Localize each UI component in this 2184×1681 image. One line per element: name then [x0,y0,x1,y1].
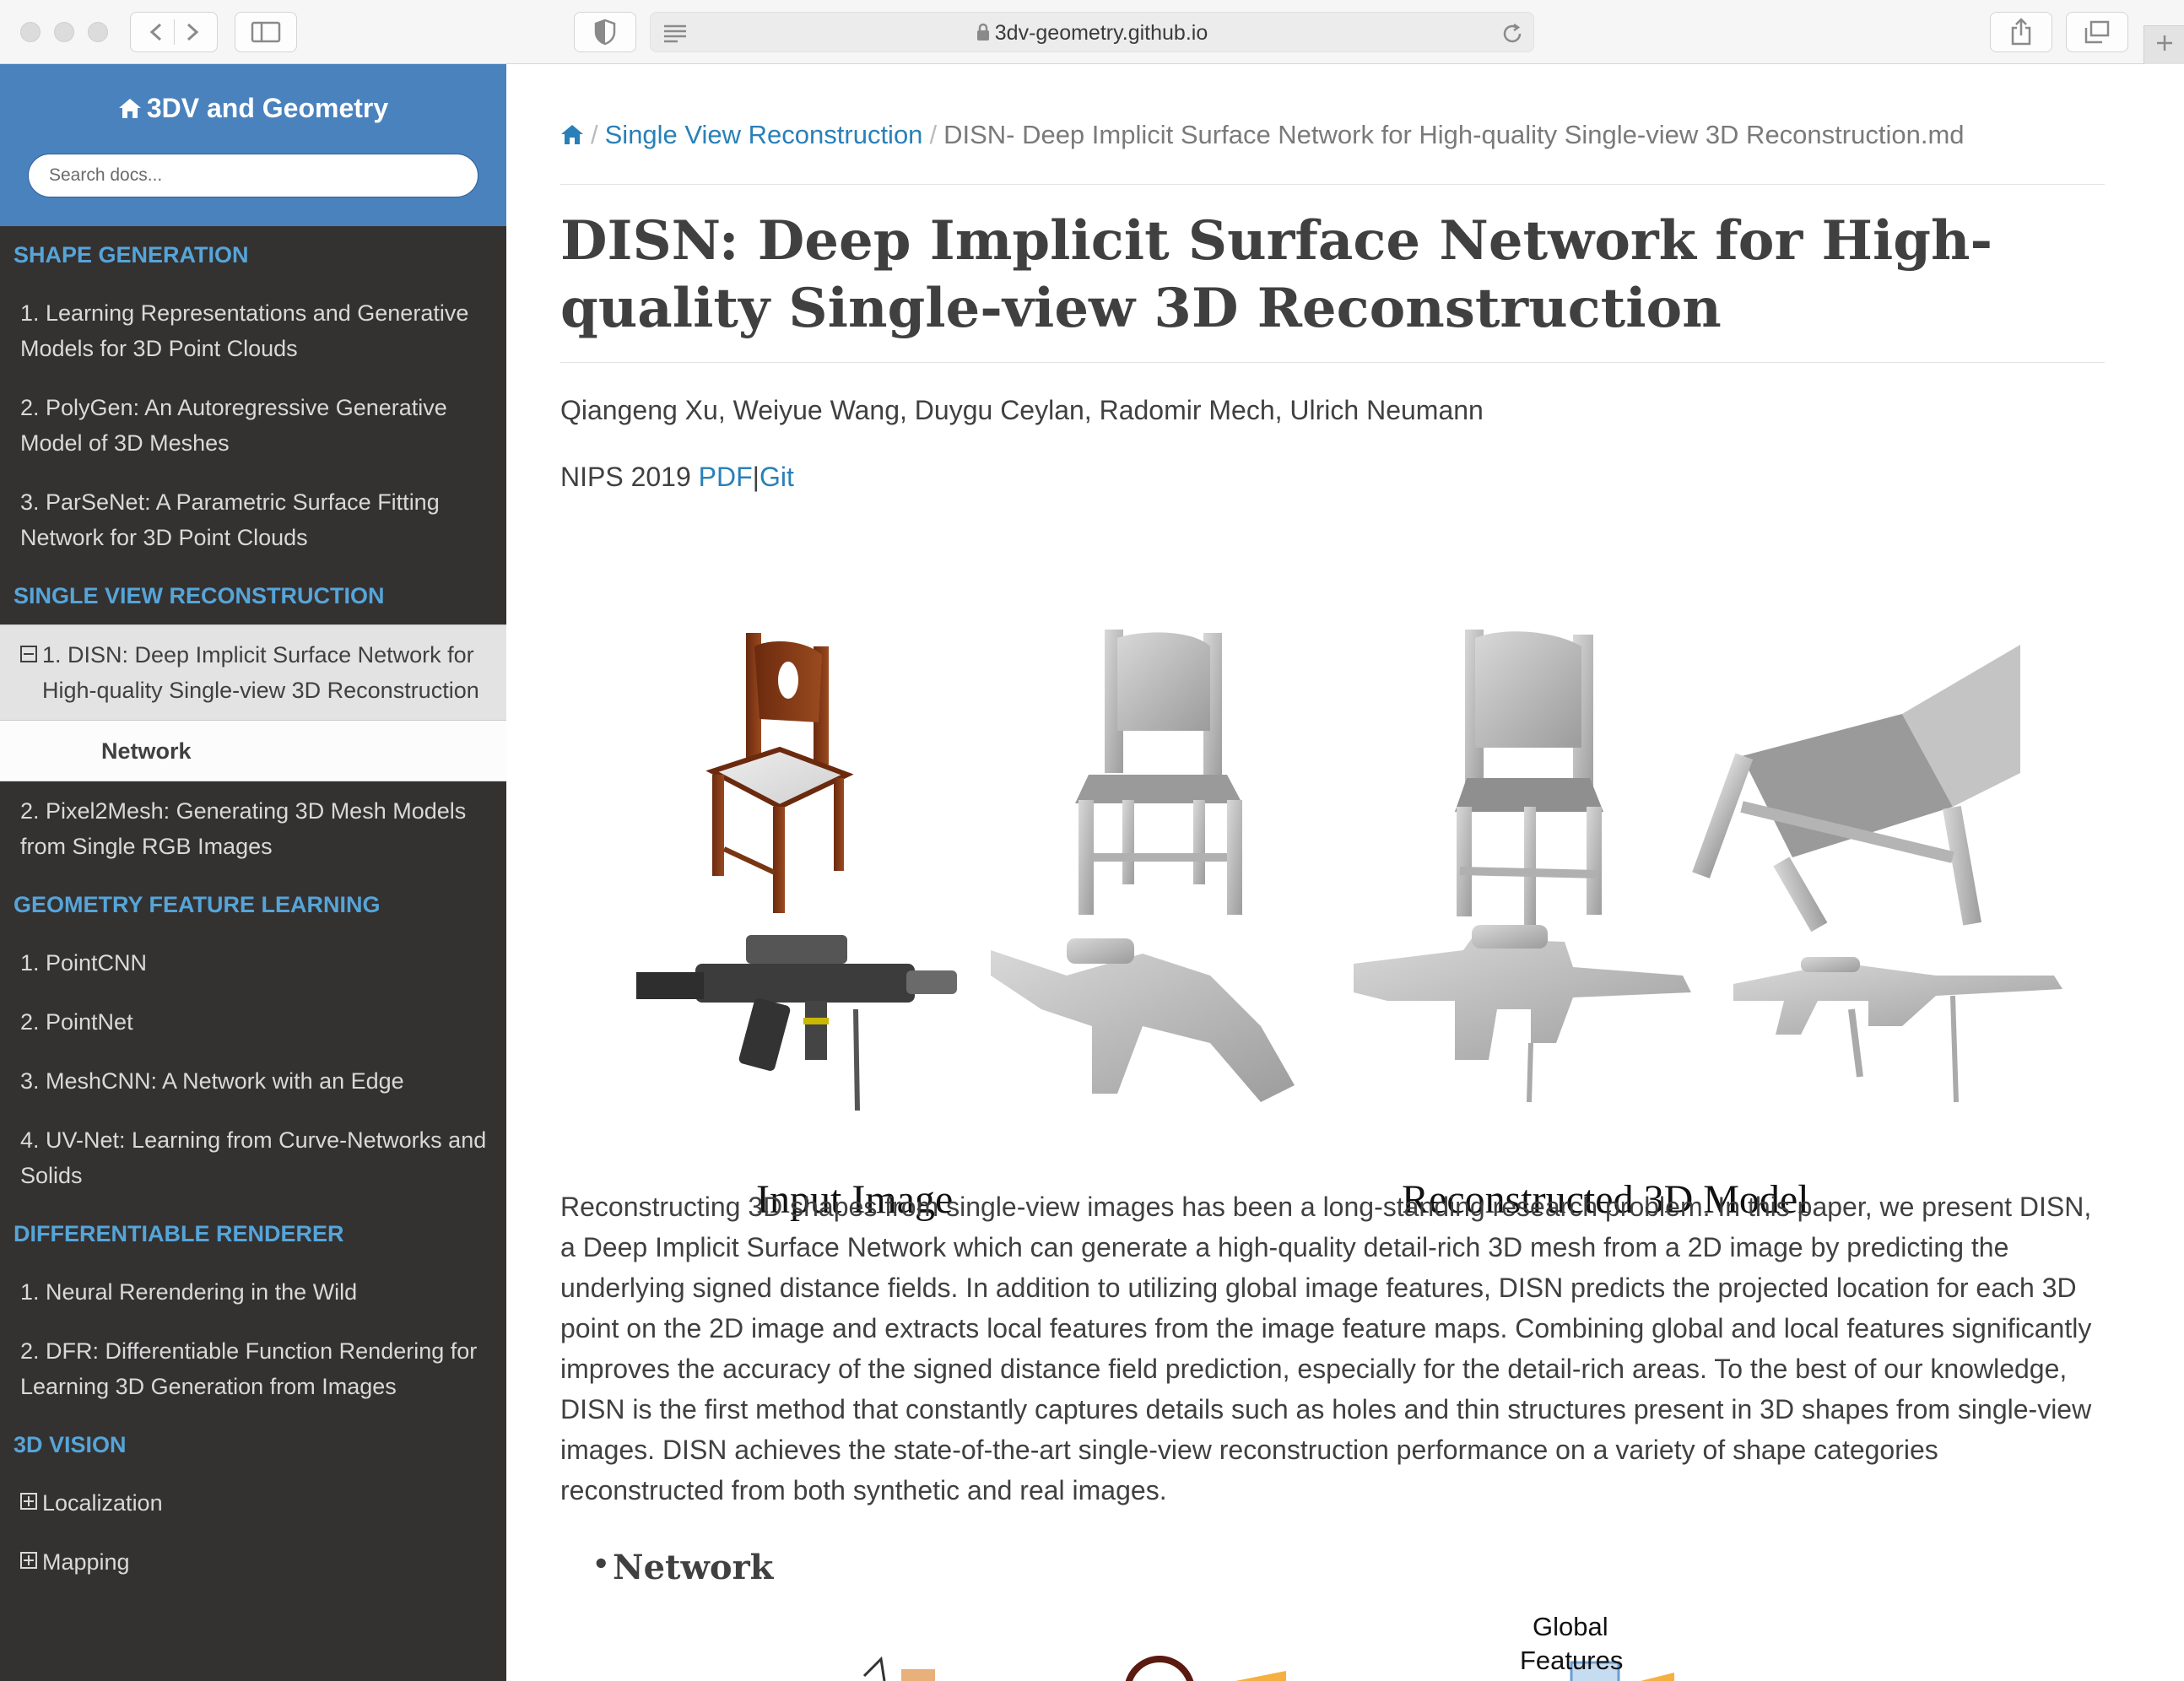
nav-item-mapping[interactable]: Mapping [0,1532,506,1592]
nav-caption: SINGLE VIEW RECONSTRUCTION [14,583,385,608]
home-icon[interactable] [560,122,584,152]
nav-item-localization[interactable]: Localization [0,1473,506,1532]
nav-caption: SHAPE GENERATION [14,242,249,268]
nav-subitem-network[interactable]: Network [0,721,506,781]
breadcrumb-current-page: DISN- Deep Implicit Surface Network for … [943,120,1965,149]
close-window-button[interactable] [20,22,41,42]
nav-item-label: 1. DISN: Deep Implicit Surface Network f… [42,642,479,703]
collapse-icon[interactable] [20,646,37,662]
network-diagram: Global Features [814,1613,1826,1681]
url-text: 3dv-geometry.github.io [994,21,1208,45]
breadcrumb-separator: / [929,120,938,149]
divider [560,362,2105,363]
diagram-label-features: Features [1520,1646,1624,1675]
privacy-report-button[interactable] [574,12,636,52]
nav-item-label: Localization [42,1490,163,1516]
git-link[interactable]: Git [760,462,794,492]
section-heading-text: Network [613,1548,774,1587]
abstract-paragraph: Reconstructing 3D shapes from single-vie… [560,1192,2092,1505]
reconstructed-chair-back [1455,630,1603,925]
site-title-link[interactable]: 3DV and Geometry [0,93,506,126]
link-separator: | [752,462,760,492]
zoom-window-button[interactable] [88,22,108,42]
teaser-figure: Input Image Reconstructed 3D Model [619,554,2071,1237]
nav-item[interactable]: 2. PolyGen: An Autoregressive Generative… [0,378,506,473]
nav-item[interactable]: 1. Neural Rerendering in the Wild [0,1262,506,1322]
nav-caption: DIFFERENTIABLE RENDERER [14,1221,344,1246]
expand-icon[interactable] [20,1552,37,1569]
tabs-icon [2084,19,2111,45]
input-chair [705,633,854,913]
pdf-link[interactable]: PDF [699,462,753,492]
reconstructed-rifle-3 [1733,957,2062,1103]
reconstructed-rifle-1 [991,938,1295,1102]
main-content: / Single View Reconstruction / DISN- Deep I… [560,64,2105,1681]
teaser-image [636,630,2062,1111]
docs-sidebar: 3DV and Geometry SHAPE GENERATION 1. Lea… [0,64,506,1681]
site-title: 3DV and Geometry [146,93,389,123]
authors: Qiangeng Xu, Weiyue Wang, Duygu Ceylan, … [560,395,1484,425]
nav-caption: GEOMETRY FEATURE LEARNING [14,892,381,917]
page-title: DISN: Deep Implicit Surface Network for … [560,209,1993,340]
reload-icon[interactable] [1500,21,1525,51]
browser-toolbar: 3dv-geometry.github.io [0,0,2184,64]
nav-item[interactable]: 1. Learning Representations and Generati… [0,284,506,378]
address-bar[interactable]: 3dv-geometry.github.io [650,12,1534,52]
reconstructed-chair-front [1075,630,1242,915]
lock-icon [976,23,990,47]
nav-item-current[interactable]: 1. DISN: Deep Implicit Surface Network f… [0,624,506,721]
share-button[interactable] [1990,12,2052,52]
reconstructed-chair-angled [1692,645,2020,932]
plus-icon [2154,33,2175,57]
diagram-label-global: Global [1533,1613,1608,1641]
nav-item[interactable]: 1. PointCNN [0,933,506,992]
forward-icon[interactable] [175,19,208,45]
reconstructed-rifle-2 [1354,925,1691,1103]
breadcrumb-separator: / [591,120,598,149]
back-icon[interactable] [140,19,174,45]
expand-icon[interactable] [20,1493,37,1510]
new-tab-button[interactable] [2143,25,2184,64]
nav-item[interactable]: 4. UV-Net: Learning from Curve-Networks … [0,1111,506,1205]
sidebar-header: 3DV and Geometry [0,64,506,226]
venue-line: NIPS 2019 PDF|Git [560,462,794,493]
home-icon [118,95,142,126]
url-display: 3dv-geometry.github.io [651,21,1533,47]
shield-icon [593,19,617,46]
sidebar-toggle-button[interactable] [235,12,297,52]
sidebar-nav: SHAPE GENERATION 1. Learning Representat… [0,226,506,1592]
share-icon [2009,18,2033,46]
nav-item[interactable]: 3. ParSeNet: A Parametric Surface Fittin… [0,473,506,567]
nav-item[interactable]: 2. Pixel2Mesh: Generating 3D Mesh Models… [0,781,506,876]
divider [560,184,2105,185]
breadcrumb-section-link[interactable]: Single View Reconstruction [605,120,923,149]
search-input[interactable] [28,154,478,197]
nav-item[interactable]: 3. MeshCNN: A Network with an Edge [0,1051,506,1111]
nav-item-label: Mapping [42,1549,130,1575]
network-diagram-image [862,1656,1674,1681]
breadcrumb: / Single View Reconstruction / DISN- Deep I… [560,120,2105,152]
tab-overview-button[interactable] [2066,12,2128,52]
nav-item[interactable]: 2. DFR: Differentiable Function Renderin… [0,1322,506,1416]
sidebar-icon [251,21,281,43]
nav-item[interactable]: 2. PointNet [0,992,506,1051]
section-heading-network: Network [592,1548,774,1587]
minimize-window-button[interactable] [54,22,74,42]
input-rifle [636,935,957,1111]
venue: NIPS 2019 [560,462,691,492]
back-forward-group [130,12,218,52]
nav-caption: 3D VISION [14,1432,127,1457]
